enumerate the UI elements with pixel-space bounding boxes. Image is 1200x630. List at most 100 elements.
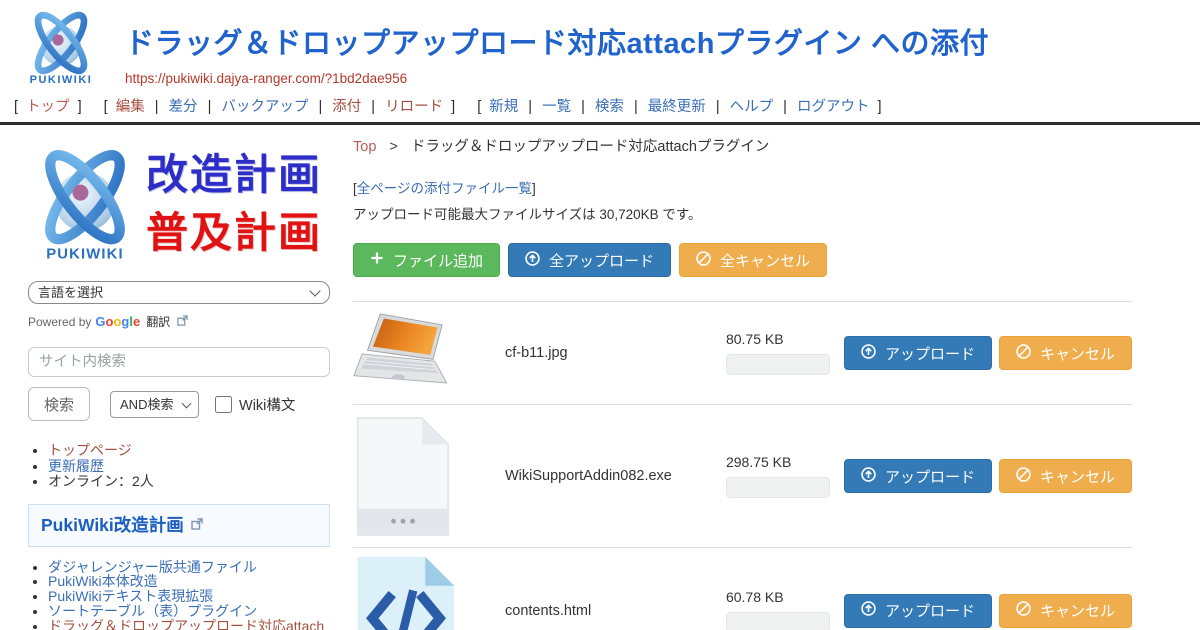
nav-list[interactable]: 一覧: [542, 99, 571, 115]
upload-circle-icon: [861, 467, 876, 486]
upload-all-button[interactable]: 全アップロード: [508, 243, 671, 277]
ban-circle-icon: [696, 251, 711, 270]
header: PUKIWIKI ドラッグ＆ドロップアップロード対応attachプラグイン への…: [0, 0, 1200, 125]
sidebar-section-box: PukiWiki改造計画: [28, 504, 330, 547]
upload-queue: cf-b11.jpg 80.75 KB アップロード: [353, 301, 1132, 630]
ban-circle-icon: [1016, 601, 1031, 620]
wiki-syntax-checkbox[interactable]: [215, 396, 232, 413]
nav-new[interactable]: 新規: [489, 99, 518, 115]
cancel-all-button[interactable]: 全キャンセル: [679, 243, 827, 277]
max-size-note: アップロード可能最大ファイルサイズは 30,720KB です。: [353, 203, 1132, 223]
upload-toolbar: ファイル追加 全アップロード 全キャンセル: [353, 243, 1132, 277]
file-row: contents.html 60.78 KB アップロード: [353, 547, 1132, 630]
file-name: WikiSupportAddin082.exe: [505, 468, 672, 484]
sidebar-logo-line1: 改造計画: [146, 146, 322, 204]
nav-edit[interactable]: 編集: [116, 99, 145, 115]
upload-button[interactable]: アップロード: [844, 594, 992, 628]
sidebar-quick-links: トップページ 更新履歴 オンライン：2人: [48, 443, 329, 490]
file-name: contents.html: [505, 603, 591, 619]
breadcrumb: Top > ドラッグ＆ドロップアップロード対応attachプラグイン: [353, 135, 1132, 156]
sidebar-item-top-page[interactable]: トップページ: [48, 442, 132, 458]
nav-top[interactable]: トップ: [26, 99, 70, 115]
add-files-button[interactable]: ファイル追加: [353, 243, 500, 277]
upload-circle-icon: [525, 251, 540, 270]
external-link-icon: [177, 315, 188, 329]
progress-bar: [726, 354, 830, 375]
cancel-button[interactable]: キャンセル: [999, 594, 1132, 628]
sidebar-item-common-files[interactable]: ダジャレンジャー版共通ファイル: [48, 559, 257, 575]
google-logo: Google: [95, 314, 140, 329]
external-link-icon: [191, 517, 203, 535]
translate-link[interactable]: 翻訳: [146, 313, 170, 330]
list-item: ソートテーブル（表）プラグイン: [48, 604, 329, 619]
search-button[interactable]: 検索: [28, 387, 90, 421]
cancel-button[interactable]: キャンセル: [999, 336, 1132, 370]
upload-circle-icon: [861, 601, 876, 620]
nav-reload[interactable]: リロード: [385, 99, 443, 115]
sidebar-item-sort-table[interactable]: ソートテーブル（表）プラグイン: [48, 603, 257, 619]
nav-attach[interactable]: 添付: [332, 99, 361, 115]
upload-button[interactable]: アップロード: [844, 336, 992, 370]
list-item: PukiWiki本体改造: [48, 574, 329, 589]
search-input[interactable]: [28, 347, 330, 377]
upload-button[interactable]: アップロード: [844, 459, 992, 493]
language-select[interactable]: 言語を選択: [28, 281, 330, 304]
html-file-icon: [353, 552, 459, 630]
cancel-button[interactable]: キャンセル: [999, 459, 1132, 493]
file-size: 298.75 KB: [726, 454, 830, 470]
ban-circle-icon: [1016, 344, 1031, 363]
nav-recent[interactable]: 最終更新: [648, 99, 706, 115]
svg-text:PUKIWIKI: PUKIWIKI: [46, 247, 123, 263]
file-size: 80.75 KB: [726, 331, 830, 347]
sidebar-logo-line2: 普及計画: [146, 204, 322, 262]
sidebar-item-core-mod[interactable]: PukiWiki本体改造: [48, 573, 158, 589]
breadcrumb-home[interactable]: Top: [353, 139, 376, 155]
list-item: ダジャレンジャー版共通ファイル: [48, 560, 329, 575]
ban-circle-icon: [1016, 467, 1031, 486]
attach-file-list-link[interactable]: 全ページの添付ファイル一覧: [357, 181, 532, 196]
sidebar-section-title[interactable]: PukiWiki改造計画: [41, 515, 184, 535]
upload-circle-icon: [861, 344, 876, 363]
translate-powered-by: Powered by Google 翻訳: [28, 313, 329, 330]
nav-logout[interactable]: ログアウト: [797, 99, 870, 115]
sidebar-logo[interactable]: PUKIWIKI 改造計画 普及計画: [28, 139, 329, 269]
file-name: cf-b11.jpg: [505, 345, 568, 361]
top-navigation: [ トップ ] [ 編集 | 差分 | バックアップ | 添付 | リロード ]…: [10, 95, 896, 116]
page-title: ドラッグ＆ドロップアップロード対応attachプラグイン への添付: [125, 20, 1200, 62]
plus-icon: [370, 251, 384, 269]
wiki-syntax-label: Wiki構文: [239, 394, 295, 415]
nav-backup[interactable]: バックアップ: [221, 99, 308, 115]
breadcrumb-separator: >: [389, 139, 397, 155]
file-size: 60.78 KB: [726, 589, 830, 605]
sidebar-item-text-ext[interactable]: PukiWikiテキスト表現拡張: [48, 588, 213, 604]
sidebar-item-dnd-attach[interactable]: ドラッグ＆ドロップアップロード対応attachプラグイン: [48, 618, 324, 630]
file-row: WikiSupportAddin082.exe 298.75 KB アップロード: [353, 404, 1132, 547]
sidebar: PUKIWIKI 改造計画 普及計画 言語を選択 Powered by Goog…: [0, 125, 345, 630]
nav-search[interactable]: 検索: [595, 99, 624, 115]
pukiwiki-atom-icon: [16, 6, 106, 80]
generic-file-icon: [353, 413, 453, 540]
nav-diff[interactable]: 差分: [169, 99, 198, 115]
page-url: https://pukiwiki.dajya-ranger.com/?1bd2d…: [125, 71, 1200, 86]
sidebar-item-update-history[interactable]: 更新履歴: [48, 458, 104, 474]
file-row: cf-b11.jpg 80.75 KB アップロード: [353, 301, 1132, 404]
nav-help[interactable]: ヘルプ: [730, 99, 774, 115]
progress-bar: [726, 612, 830, 630]
list-item: ドラッグ＆ドロップアップロード対応attachプラグイン: [48, 619, 329, 630]
laptop-thumbnail: [353, 310, 453, 396]
online-count: オンライン：2人: [48, 473, 154, 489]
logo-brand-text: PUKIWIKI: [10, 74, 112, 86]
list-item: 更新履歴: [48, 459, 329, 475]
pukiwiki-atom-icon: PUKIWIKI: [28, 141, 142, 267]
site-logo[interactable]: PUKIWIKI: [10, 6, 112, 86]
list-item: PukiWikiテキスト表現拡張: [48, 589, 329, 604]
list-item: トップページ: [48, 443, 329, 459]
breadcrumb-current: ドラッグ＆ドロップアップロード対応attachプラグイン: [411, 139, 770, 155]
language-select-wrap: 言語を選択: [28, 281, 330, 304]
main-content: Top > ドラッグ＆ドロップアップロード対応attachプラグイン [全ページ…: [345, 125, 1200, 630]
progress-bar: [726, 477, 830, 498]
sidebar-links: ダジャレンジャー版共通ファイル PukiWiki本体改造 PukiWikiテキス…: [48, 560, 329, 630]
search-mode-select[interactable]: AND検索: [110, 391, 199, 418]
list-item: オンライン：2人: [48, 474, 329, 490]
search-mode-wrap: AND検索: [110, 391, 199, 418]
